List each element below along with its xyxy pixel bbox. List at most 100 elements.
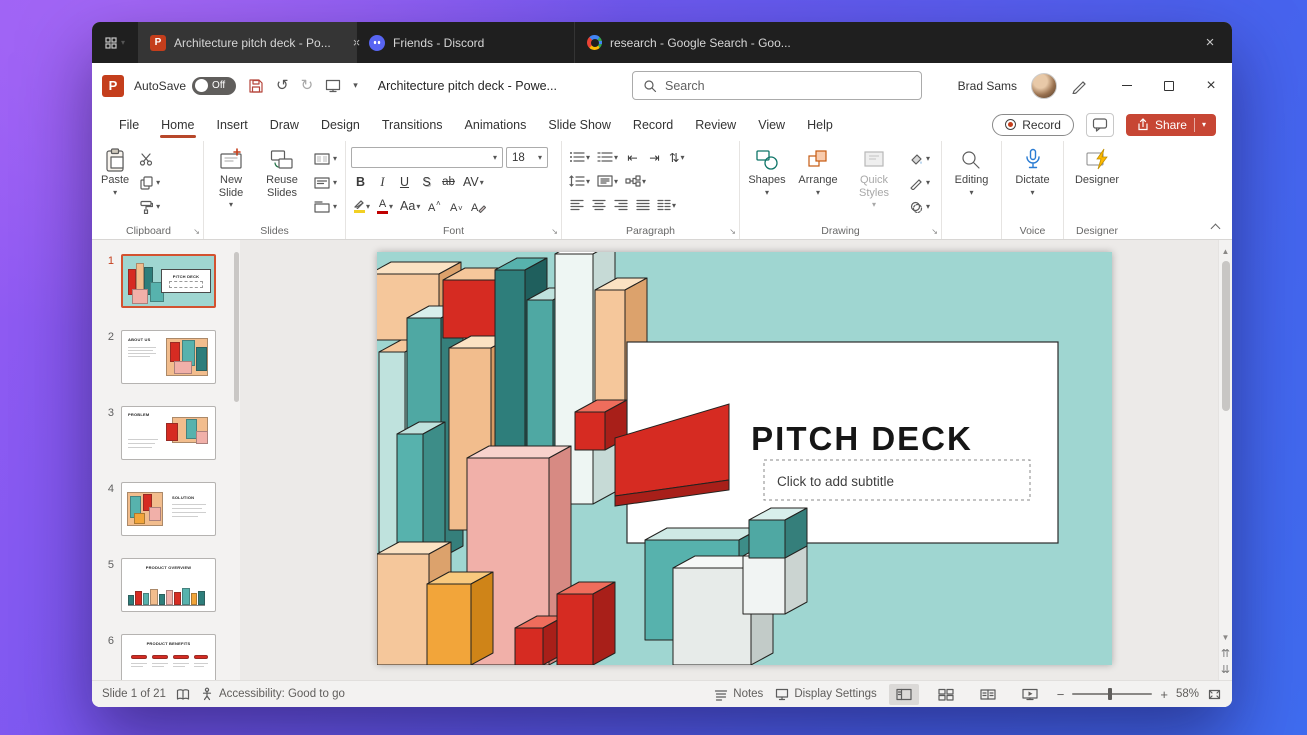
bullets-button[interactable]: ▾ <box>567 147 592 167</box>
normal-view-button[interactable] <box>889 684 919 705</box>
ribbon-tab-review[interactable]: Review <box>684 112 747 138</box>
reset-slide-button[interactable]: ▾ <box>311 172 340 193</box>
text-highlight-button[interactable]: ▾ <box>351 196 372 216</box>
new-slide-button[interactable]: New Slide ▾ <box>209 143 253 209</box>
slide-layout-button[interactable]: ▾ <box>311 148 340 169</box>
ribbon-tab-record[interactable]: Record <box>622 112 684 138</box>
previous-slide-button[interactable]: ⇈ <box>1219 645 1232 661</box>
thumbnail-item-3[interactable]: 3 PROBLEM <box>102 406 240 460</box>
smartart-button[interactable]: ▾ <box>623 171 648 191</box>
bold-button[interactable]: B <box>351 172 370 192</box>
scroll-down-arrow[interactable]: ▼ <box>1219 629 1232 645</box>
ribbon-tab-view[interactable]: View <box>747 112 796 138</box>
shape-outline-button[interactable]: ▾ <box>906 172 933 193</box>
reading-view-button[interactable] <box>973 684 1003 705</box>
ribbon-tab-animations[interactable]: Animations <box>454 112 538 138</box>
copy-button[interactable]: ▾ <box>136 172 163 193</box>
ribbon-tab-file[interactable]: File <box>108 112 150 138</box>
slideshow-view-button[interactable] <box>1015 684 1045 705</box>
comments-button[interactable] <box>1086 113 1114 137</box>
tab-discord[interactable]: Friends - Discord <box>356 22 574 63</box>
shape-fill-button[interactable]: ▾ <box>906 148 933 169</box>
tab-google-search[interactable]: research - Google Search - Goo... <box>574 22 874 63</box>
user-avatar[interactable] <box>1031 73 1057 99</box>
minimize-button[interactable] <box>1106 63 1148 108</box>
align-text-button[interactable]: ▾ <box>595 171 620 191</box>
slide-title-text[interactable]: PITCH DECK <box>751 420 973 457</box>
thumbnail-item-4[interactable]: 4 SOLUTION <box>102 482 240 536</box>
ribbon-tab-transitions[interactable]: Transitions <box>371 112 454 138</box>
present-icon[interactable] <box>325 78 341 94</box>
tab-powerpoint[interactable]: P Architecture pitch deck - Po... × <box>138 22 356 63</box>
redo-icon[interactable]: ↻ <box>301 78 314 93</box>
scrollbar-thumb[interactable] <box>1222 261 1230 411</box>
slide-sorter-view-button[interactable] <box>931 684 961 705</box>
drawing-dialog-launcher[interactable]: ↘ <box>931 227 938 236</box>
powerpoint-app-icon[interactable]: P <box>102 75 124 97</box>
collapse-ribbon-button[interactable] <box>1208 220 1222 232</box>
numbering-button[interactable]: ▾ <box>595 147 620 167</box>
quick-styles-button[interactable]: Quick Styles ▾ <box>847 143 901 209</box>
underline-button[interactable]: U <box>395 172 414 192</box>
display-settings-button[interactable]: Display Settings <box>775 688 876 701</box>
ribbon-tab-slideshow[interactable]: Slide Show <box>537 112 622 138</box>
thumbnail-preview-4[interactable]: SOLUTION <box>121 482 216 536</box>
maximize-button[interactable] <box>1148 63 1190 108</box>
reuse-slides-button[interactable]: Reuse Slides <box>258 143 306 199</box>
designer-button[interactable]: Designer <box>1073 143 1121 187</box>
increase-indent-button[interactable]: ⇥ <box>645 147 664 167</box>
share-button[interactable]: Share ▾ <box>1126 114 1216 136</box>
thumbnail-item-2[interactable]: 2 ABOUT US <box>102 330 240 384</box>
tabstrip-close-button[interactable]: × <box>1188 22 1232 63</box>
thumbnail-preview-3[interactable]: PROBLEM <box>121 406 216 460</box>
close-button[interactable]: × <box>1190 63 1232 108</box>
slide-subtitle-placeholder-text[interactable]: Click to add subtitle <box>777 474 894 489</box>
thumbnail-preview-2[interactable]: ABOUT US <box>121 330 216 384</box>
text-shadow-button[interactable]: S <box>417 172 436 192</box>
accessibility-checker[interactable]: Accessibility: Good to go <box>200 687 345 701</box>
italic-button[interactable]: I <box>373 172 392 192</box>
paragraph-dialog-launcher[interactable]: ↘ <box>729 227 736 236</box>
increase-font-button[interactable]: A˄ <box>425 196 444 216</box>
dictate-button[interactable]: Dictate ▾ <box>1013 143 1051 197</box>
change-case-button[interactable]: Aa▾ <box>398 196 422 216</box>
zoom-in-button[interactable]: + <box>1160 687 1168 702</box>
align-right-button[interactable] <box>611 195 630 215</box>
vertical-scrollbar[interactable]: ▲ ▼ ⇈ ⇊ <box>1218 240 1232 680</box>
zoom-level[interactable]: 58% <box>1176 688 1199 700</box>
autosave-toggle[interactable]: Off <box>192 77 236 95</box>
thumbnail-item-5[interactable]: 5 PRODUCT OVERVIEW <box>102 558 240 612</box>
next-slide-button[interactable]: ⇊ <box>1219 661 1232 677</box>
thumbnail-preview-5[interactable]: PRODUCT OVERVIEW <box>121 558 216 612</box>
thumbnail-item-1[interactable]: 1 PITCH DECK <box>102 254 240 308</box>
clear-formatting-button[interactable]: A <box>469 196 488 216</box>
user-name[interactable]: Brad Sams <box>958 79 1017 93</box>
ink-pen-icon[interactable] <box>1071 77 1088 94</box>
paste-button[interactable]: Paste ▾ <box>99 143 131 197</box>
align-center-button[interactable] <box>589 195 608 215</box>
font-size-combo[interactable]: 18▾ <box>506 147 548 168</box>
font-dialog-launcher[interactable]: ↘ <box>551 227 558 236</box>
fit-slide-icon[interactable] <box>1207 688 1222 701</box>
line-spacing-button[interactable]: ▾ <box>567 171 592 191</box>
record-button[interactable]: Record <box>992 114 1074 136</box>
panel-scrollbar-thumb[interactable] <box>234 252 239 402</box>
thumbnail-preview-1[interactable]: PITCH DECK <box>121 254 216 308</box>
ribbon-tab-design[interactable]: Design <box>310 112 371 138</box>
section-button[interactable]: ▾ <box>311 196 340 217</box>
zoom-slider[interactable] <box>1072 693 1152 695</box>
character-spacing-button[interactable]: AV▾ <box>461 172 486 192</box>
cut-button[interactable] <box>136 148 163 169</box>
slide-indicator[interactable]: Slide 1 of 21 <box>102 688 166 700</box>
text-direction-button[interactable]: ⇅▾ <box>667 147 687 167</box>
clipboard-dialog-launcher[interactable]: ↘ <box>193 227 200 236</box>
zoom-out-button[interactable]: − <box>1057 687 1065 702</box>
zoom-slider-handle[interactable] <box>1108 688 1112 700</box>
arrange-button[interactable]: Arrange ▾ <box>794 143 842 197</box>
tab-list-button[interactable]: ▾ <box>92 22 138 63</box>
strikethrough-button[interactable]: ab <box>439 172 458 192</box>
share-chevron-icon[interactable]: ▾ <box>1202 120 1206 129</box>
decrease-font-button[interactable]: A˅ <box>447 196 466 216</box>
font-name-combo[interactable]: ▾ <box>351 147 503 168</box>
ribbon-tab-insert[interactable]: Insert <box>206 112 259 138</box>
